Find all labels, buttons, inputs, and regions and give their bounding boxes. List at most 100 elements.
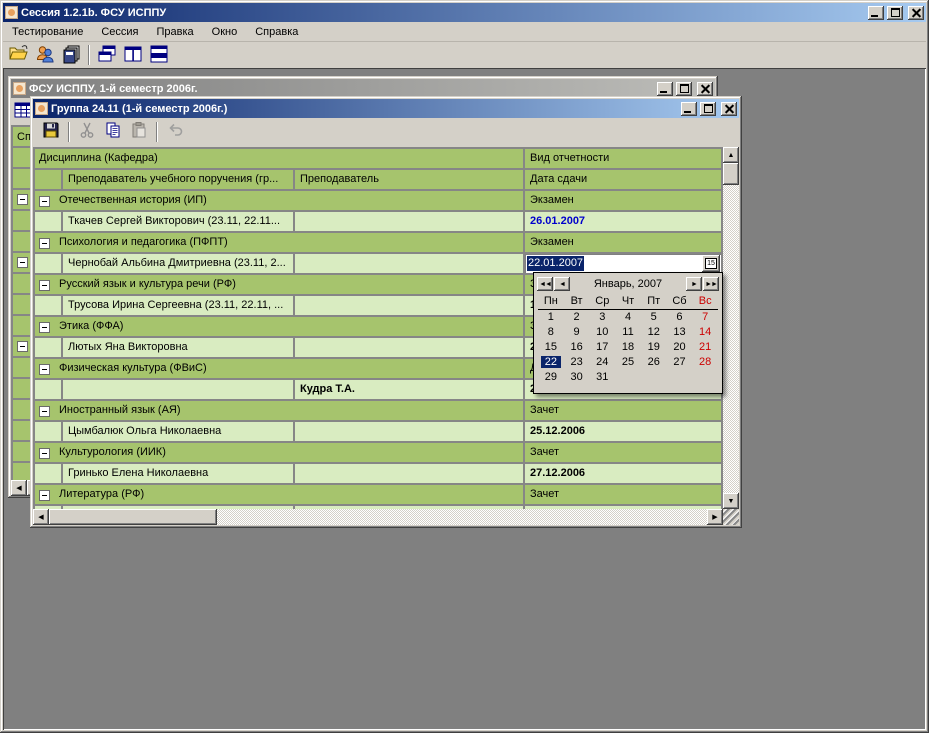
teacher-cell[interactable] <box>295 422 525 443</box>
dimension-cell[interactable]: Физическая культура (ФВиС) <box>35 359 525 380</box>
calendar-day[interactable]: 16 <box>564 340 590 355</box>
calendar-day[interactable]: 27 <box>667 355 693 370</box>
calendar-day[interactable]: 13 <box>667 325 693 340</box>
row-indent-cell[interactable] <box>35 338 63 359</box>
open-button[interactable] <box>7 44 31 66</box>
teacher-name-cell[interactable]: Трусова Ирина Сергеевна (23.11, 22.11, .… <box>63 296 295 317</box>
close-button[interactable] <box>697 82 713 96</box>
dimension-cell[interactable]: Культурология (ИИК) <box>35 443 525 464</box>
scroll-left-button[interactable]: ◀ <box>11 480 27 496</box>
dimension-cell[interactable]: Литература (РФ) <box>35 485 525 506</box>
row-indent-cell[interactable] <box>35 296 63 317</box>
menu-item-Окно[interactable]: Окно <box>203 24 247 40</box>
date-editor[interactable]: 22.01.200715 <box>525 254 721 273</box>
close-button[interactable] <box>908 6 924 20</box>
calendar-day[interactable]: 3 <box>589 310 615 325</box>
menu-item-Тестирование[interactable]: Тестирование <box>3 24 92 40</box>
students-button[interactable] <box>33 44 57 66</box>
row-indent-cell[interactable] <box>35 422 63 443</box>
report-value-cell[interactable]: Зачет <box>525 401 723 422</box>
tile-vertical-button[interactable] <box>121 44 145 66</box>
teacher-cell[interactable] <box>295 338 525 359</box>
report-value-cell[interactable]: 25.12.2006 <box>525 422 723 443</box>
teacher-name-cell[interactable]: Лютых Яна Викторовна <box>63 338 295 359</box>
row-indent-cell[interactable] <box>35 464 63 485</box>
calendar-day[interactable]: 9 <box>564 325 590 340</box>
collapse-icon[interactable] <box>39 238 50 249</box>
row-indent-cell[interactable] <box>35 212 63 233</box>
collapse-icon[interactable] <box>39 448 50 459</box>
copy-button[interactable] <box>101 121 125 143</box>
scroll-left-button[interactable]: ◀ <box>33 509 49 525</box>
prev-year-button[interactable]: ◄◄ <box>537 277 553 291</box>
calendar-day[interactable]: 10 <box>589 325 615 340</box>
teacher-name-cell[interactable]: Гринько Елена Николаевна <box>63 464 295 485</box>
dimension-cell[interactable]: Этика (ФФА) <box>35 317 525 338</box>
report-value-cell[interactable]: 27.12.2006 <box>525 464 723 485</box>
calendar-day[interactable]: 21 <box>692 340 718 355</box>
calendar-day[interactable]: 17 <box>589 340 615 355</box>
close-button[interactable] <box>721 102 737 116</box>
inner-window-title-bar[interactable]: Группа 24.11 (1-й семестр 2006г.) <box>33 99 739 118</box>
prev-month-button[interactable]: ◄ <box>554 277 570 291</box>
collapse-icon[interactable] <box>39 280 50 291</box>
calendar-day[interactable]: 14 <box>692 325 718 340</box>
report-value-cell[interactable]: Экзамен <box>525 233 723 254</box>
scrollbar-thumb[interactable] <box>49 509 217 525</box>
horizontal-scrollbar[interactable]: ◀ ▶ <box>33 509 723 525</box>
main-title-bar[interactable]: Сессия 1.2.1b. ФСУ ИСППУ <box>3 3 926 22</box>
calendar-day[interactable]: 12 <box>641 325 667 340</box>
save-button[interactable] <box>39 121 63 143</box>
app-icon[interactable] <box>5 6 18 19</box>
calendar-day-selected[interactable]: 22 <box>541 356 561 368</box>
resize-grip[interactable] <box>723 509 739 525</box>
undo-button[interactable] <box>163 121 187 143</box>
calendar-day[interactable]: 11 <box>615 325 641 340</box>
minimize-button[interactable] <box>681 102 697 116</box>
next-month-button[interactable]: ► <box>686 277 702 291</box>
collapse-icon[interactable] <box>39 490 50 501</box>
app-icon[interactable] <box>13 82 26 95</box>
calendar-day[interactable]: 7 <box>692 310 718 325</box>
calendar-day[interactable]: 19 <box>641 340 667 355</box>
app-icon[interactable] <box>35 102 48 115</box>
teacher-name-cell[interactable]: Ткачев Сергей Викторович (23.11, 22.11..… <box>63 212 295 233</box>
cut-button[interactable] <box>75 121 99 143</box>
calendar-day[interactable]: 6 <box>667 310 693 325</box>
minimize-button[interactable] <box>657 82 673 96</box>
report-value-cell[interactable]: Зачет <box>525 443 723 464</box>
collapse-icon[interactable] <box>17 257 28 268</box>
maximize-button[interactable] <box>700 102 716 116</box>
dimension-cell[interactable]: Иностранный язык (АЯ) <box>35 401 525 422</box>
report-value-cell[interactable]: Экзамен <box>525 191 723 212</box>
calendar-day[interactable]: 30 <box>564 370 590 385</box>
collapse-icon[interactable] <box>17 194 28 205</box>
calendar-day[interactable]: 25 <box>615 355 641 370</box>
teacher-name-cell[interactable]: Чернобай Альбина Дмитриевна (23.11, 2... <box>63 254 295 275</box>
scroll-down-button[interactable]: ▼ <box>723 493 739 509</box>
calendar-day[interactable]: 5 <box>641 310 667 325</box>
collapse-icon[interactable] <box>39 364 50 375</box>
collapse-icon[interactable] <box>17 341 28 352</box>
calendar-day[interactable]: 2 <box>564 310 590 325</box>
teacher-cell[interactable] <box>295 296 525 317</box>
calendar-day[interactable]: 1 <box>538 310 564 325</box>
teacher-name-cell[interactable]: Цымбалюк Ольга Николаевна <box>63 422 295 443</box>
calendar-day[interactable]: 8 <box>538 325 564 340</box>
vertical-scrollbar[interactable]: ▲ ▼ <box>723 147 739 509</box>
report-value-cell[interactable]: 26.01.2007 <box>525 212 723 233</box>
next-year-button[interactable]: ►► <box>703 277 719 291</box>
calendar-day[interactable]: 29 <box>538 370 564 385</box>
teacher-name-cell[interactable] <box>63 380 295 401</box>
paste-button[interactable] <box>127 121 151 143</box>
scrollbar-track[interactable] <box>217 509 707 525</box>
date-picker-button[interactable]: 15 <box>702 255 720 272</box>
row-indent-cell[interactable] <box>35 254 63 275</box>
collapse-icon[interactable] <box>39 322 50 333</box>
minimize-button[interactable] <box>868 6 884 20</box>
dimension-cell[interactable]: Отечественная история (ИП) <box>35 191 525 212</box>
dimension-cell[interactable]: Русский язык и культура речи (РФ) <box>35 275 525 296</box>
collapse-icon[interactable] <box>39 406 50 417</box>
calendar-day[interactable]: 22 <box>538 355 564 370</box>
calendar-day[interactable]: 18 <box>615 340 641 355</box>
